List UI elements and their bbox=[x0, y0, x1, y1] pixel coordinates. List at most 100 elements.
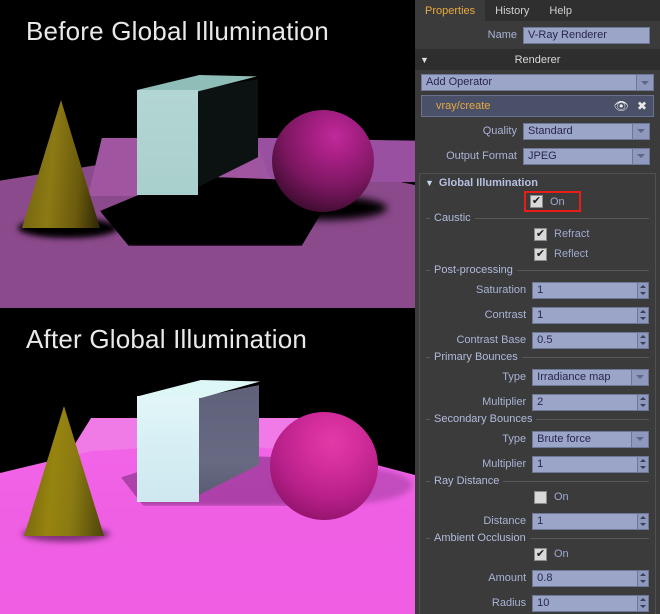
ao-amount-value[interactable]: 0.8 bbox=[532, 569, 638, 587]
quality-label: Quality bbox=[482, 125, 517, 137]
secondary-type-value[interactable]: Brute force bbox=[532, 430, 632, 448]
operator-label: vray/create bbox=[436, 100, 491, 112]
output-format-value[interactable]: JPEG bbox=[523, 147, 633, 165]
chevron-down-icon[interactable] bbox=[633, 147, 650, 165]
ao-on-checkbox[interactable]: ✔ bbox=[534, 547, 547, 561]
contrast-row: Contrast 1 bbox=[426, 304, 649, 326]
contrast-base-row: Contrast Base 0.5 bbox=[426, 329, 649, 351]
contrast-base-stepper[interactable]: 0.5 bbox=[532, 331, 649, 349]
output-format-combo[interactable]: JPEG bbox=[523, 147, 650, 165]
chevron-down-icon[interactable] bbox=[637, 74, 654, 91]
tab-history[interactable]: History bbox=[485, 0, 540, 21]
render-before-panel: Before Global Illumination bbox=[0, 0, 415, 306]
primary-multiplier-label: Multiplier bbox=[482, 396, 527, 408]
stepper-arrows[interactable] bbox=[638, 569, 649, 587]
close-icon[interactable]: ✖ bbox=[637, 100, 647, 112]
ambient-occlusion-group: Ambient Occlusion ✔ On Amount 0.8 Radius bbox=[426, 532, 649, 614]
chevron-down-icon: ▼ bbox=[425, 177, 434, 188]
quality-value[interactable]: Standard bbox=[523, 122, 633, 140]
ray-distance-group: Ray Distance ✔ On Distance 1 bbox=[426, 475, 649, 532]
saturation-label: Saturation bbox=[476, 284, 527, 296]
distance-stepper[interactable]: 1 bbox=[532, 512, 649, 530]
tab-properties[interactable]: Properties bbox=[415, 0, 486, 21]
reflect-label: Reflect bbox=[554, 248, 589, 260]
contrast-stepper[interactable]: 1 bbox=[532, 306, 649, 324]
properties-panel: Properties History Help Name V-Ray Rende… bbox=[415, 0, 660, 614]
quality-combo[interactable]: Standard bbox=[523, 122, 650, 140]
output-format-label: Output Format bbox=[446, 150, 517, 162]
primary-bounces-group-title: Primary Bounces bbox=[430, 351, 522, 363]
operator-item-vray-create[interactable]: vray/create 👁 ✖ bbox=[421, 95, 654, 117]
global-illumination-header[interactable]: ▼ Global Illumination bbox=[420, 174, 655, 191]
ao-on-row: ✔ On bbox=[426, 544, 649, 564]
eye-icon[interactable]: 👁 bbox=[614, 100, 629, 112]
chevron-down-icon[interactable] bbox=[632, 430, 649, 448]
secondary-type-label: Type bbox=[502, 433, 527, 445]
primary-type-label: Type bbox=[502, 371, 527, 383]
ao-radius-stepper[interactable]: 10 bbox=[532, 594, 649, 612]
name-input[interactable]: V-Ray Renderer bbox=[523, 26, 650, 44]
contrast-label: Contrast bbox=[484, 309, 527, 321]
saturation-row: Saturation 1 bbox=[426, 279, 649, 301]
before-sphere bbox=[272, 110, 374, 212]
secondary-multiplier-value[interactable]: 1 bbox=[532, 455, 638, 473]
ao-amount-label: Amount bbox=[488, 572, 527, 584]
ray-distance-on-checkbox[interactable]: ✔ bbox=[534, 490, 547, 504]
caustic-group-title: Caustic bbox=[430, 212, 475, 224]
stepper-arrows[interactable] bbox=[638, 594, 649, 612]
chevron-down-icon[interactable] bbox=[633, 122, 650, 140]
after-title: After Global Illumination bbox=[26, 324, 308, 354]
ao-radius-value[interactable]: 10 bbox=[532, 594, 638, 612]
add-operator-row: Add Operator bbox=[421, 74, 654, 91]
primary-multiplier-stepper[interactable]: 2 bbox=[532, 393, 649, 411]
stepper-arrows[interactable] bbox=[638, 281, 649, 299]
secondary-multiplier-row: Multiplier 1 bbox=[426, 453, 649, 475]
add-operator-value[interactable]: Add Operator bbox=[421, 74, 637, 91]
ao-amount-row: Amount 0.8 bbox=[426, 567, 649, 589]
refract-row: ✔ Refract bbox=[426, 224, 649, 244]
gi-on-checkbox[interactable]: ✔ bbox=[530, 195, 543, 208]
output-format-row: Output Format JPEG bbox=[415, 145, 660, 167]
global-illumination-box: ▼ Global Illumination ✔ On Caustic ✔ Ref… bbox=[419, 173, 656, 614]
distance-value[interactable]: 1 bbox=[532, 512, 638, 530]
stepper-arrows[interactable] bbox=[638, 331, 649, 349]
stepper-arrows[interactable] bbox=[638, 393, 649, 411]
ao-radius-row: Radius 10 bbox=[426, 592, 649, 614]
refract-checkbox[interactable]: ✔ bbox=[534, 227, 547, 241]
stepper-arrows[interactable] bbox=[638, 306, 649, 324]
ao-amount-stepper[interactable]: 0.8 bbox=[532, 569, 649, 587]
primary-type-value[interactable]: Irradiance map bbox=[532, 368, 632, 386]
stepper-arrows[interactable] bbox=[638, 455, 649, 473]
refract-label: Refract bbox=[554, 228, 590, 240]
ambient-occlusion-group-title: Ambient Occlusion bbox=[430, 532, 530, 544]
render-comparison: Before Global Illumination After Global … bbox=[0, 0, 415, 614]
secondary-bounces-group-title: Secondary Bounces bbox=[430, 413, 537, 425]
ao-radius-label: Radius bbox=[491, 597, 527, 609]
after-sphere bbox=[270, 412, 378, 520]
tab-help[interactable]: Help bbox=[539, 0, 582, 21]
secondary-multiplier-stepper[interactable]: 1 bbox=[532, 455, 649, 473]
chevron-down-icon[interactable] bbox=[632, 368, 649, 386]
before-cube-front bbox=[137, 90, 198, 195]
contrast-value[interactable]: 1 bbox=[532, 306, 638, 324]
render-after-panel: After Global Illumination bbox=[0, 308, 415, 614]
saturation-stepper[interactable]: 1 bbox=[532, 281, 649, 299]
renderer-section-header[interactable]: ▼ Renderer bbox=[415, 49, 660, 70]
primary-multiplier-row: Multiplier 2 bbox=[426, 391, 649, 413]
stepper-arrows[interactable] bbox=[638, 512, 649, 530]
primary-multiplier-value[interactable]: 2 bbox=[532, 393, 638, 411]
secondary-type-combo[interactable]: Brute force bbox=[532, 430, 649, 448]
before-cone bbox=[22, 100, 100, 228]
primary-type-row: Type Irradiance map bbox=[426, 366, 649, 388]
ray-distance-on-label: On bbox=[554, 491, 569, 503]
contrast-base-label: Contrast Base bbox=[456, 334, 527, 346]
saturation-value[interactable]: 1 bbox=[532, 281, 638, 299]
contrast-base-value[interactable]: 0.5 bbox=[532, 331, 638, 349]
reflect-checkbox[interactable]: ✔ bbox=[534, 247, 547, 261]
name-row: Name V-Ray Renderer bbox=[415, 24, 660, 46]
add-operator-combo[interactable]: Add Operator bbox=[421, 74, 654, 91]
primary-type-combo[interactable]: Irradiance map bbox=[532, 368, 649, 386]
reflect-row: ✔ Reflect bbox=[426, 244, 649, 264]
secondary-bounces-group: Secondary Bounces Type Brute force Multi… bbox=[426, 413, 649, 475]
secondary-multiplier-label: Multiplier bbox=[482, 458, 527, 470]
